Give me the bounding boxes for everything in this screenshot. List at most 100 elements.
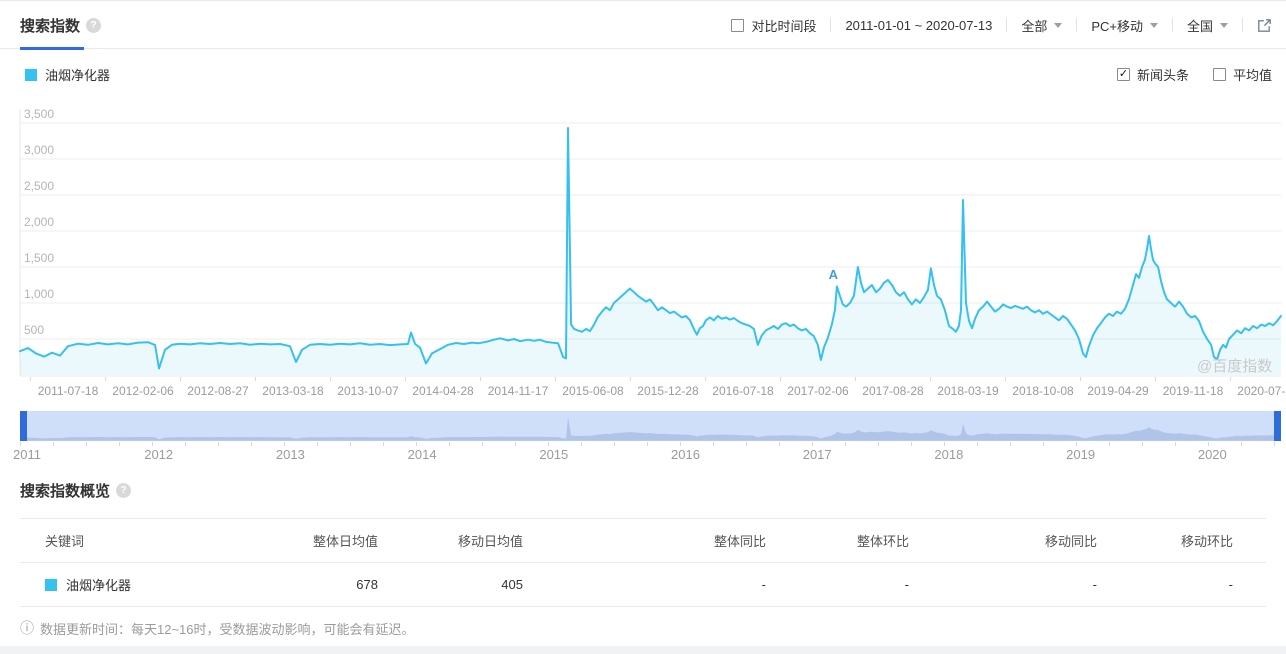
chevron-down-icon — [1150, 23, 1158, 28]
col-overall-avg: 整体日均值 — [280, 531, 378, 550]
minimap-area — [20, 417, 1281, 440]
slider-handle-right[interactable] — [1274, 411, 1281, 441]
overall-yoy-value: - — [523, 577, 766, 592]
x-axis-label: 2012-02-06 — [112, 384, 173, 398]
x-axis-ticks — [30, 377, 1281, 381]
x-axis-label: 2019-04-29 — [1087, 384, 1148, 398]
mobile-qoq-value: - — [1097, 577, 1233, 592]
timeline-year-label: 2012 — [144, 447, 173, 462]
x-axis-label: 2015-12-28 — [637, 384, 698, 398]
col-mobile-qoq: 移动环比 — [1097, 531, 1233, 550]
chevron-down-icon — [1220, 23, 1228, 28]
col-mobile-avg: 移动日均值 — [378, 531, 523, 550]
x-axis-label: 2017-08-28 — [862, 384, 923, 398]
x-axis-label: 2014-04-28 — [412, 384, 473, 398]
table-row: 油烟净化器 678 405 - - - - — [20, 563, 1266, 607]
region-value: 全国 — [1187, 16, 1213, 35]
legend-keyword-label: 油烟净化器 — [45, 65, 110, 84]
overall-avg-value: 678 — [280, 577, 378, 592]
mobile-yoy-value: - — [909, 577, 1097, 592]
divider — [1006, 18, 1007, 32]
y-axis-label: 1,500 — [24, 251, 54, 265]
timeline-year-label: 2011 — [13, 447, 41, 462]
update-note: ⓘ 数据更新时间：每天12~16时，受数据波动影响，可能会有延迟。 — [20, 618, 415, 638]
help-icon[interactable]: ? — [86, 18, 101, 33]
timeline-year-label: 2018 — [934, 447, 963, 462]
x-axis-label: 2016-07-18 — [712, 384, 773, 398]
update-note-text: 数据更新时间：每天12~16时，受数据波动影响，可能会有延迟。 — [40, 619, 415, 638]
external-link-icon[interactable] — [1257, 18, 1272, 33]
y-axis-label: 2,500 — [24, 179, 54, 193]
compare-period-label: 对比时间段 — [751, 16, 816, 35]
chevron-down-icon — [1054, 23, 1062, 28]
timeline-year-label: 2017 — [803, 447, 832, 462]
keyword-cell[interactable]: 油烟净化器 — [20, 575, 280, 594]
timeline-year-label: 2020 — [1198, 447, 1227, 462]
y-axis-label: 1,000 — [24, 287, 54, 301]
timeline-year-labels: 2011201220132014201520162017201820192020 — [0, 447, 1286, 463]
timeline-year-label: 2013 — [276, 447, 305, 462]
help-icon[interactable]: ? — [116, 483, 131, 498]
timeline-year-label: 2014 — [408, 447, 437, 462]
y-axis-label: 2,000 — [24, 215, 54, 229]
overlay-toggles: ✓ 新闻头条 平均值 — [1093, 65, 1272, 84]
header-controls: 对比时间段 2011-01-01 ~ 2020-07-13 全部 PC+移动 全… — [731, 1, 1272, 49]
x-axis-labels: 2011-07-18 2012-02-06 2012-08-27 2013-03-18… — [0, 384, 1286, 400]
page-background-strip — [0, 646, 1286, 654]
slider-handle-left[interactable] — [20, 411, 27, 441]
timeline-minimap — [20, 411, 1281, 440]
active-tab-underline — [20, 47, 84, 50]
x-axis-label: 2013-10-07 — [337, 384, 398, 398]
compare-period-toggle[interactable]: 对比时间段 — [731, 16, 816, 35]
timeline-year-label: 2019 — [1066, 447, 1095, 462]
news-annotation-A[interactable]: A — [829, 267, 839, 282]
divider — [1172, 18, 1173, 32]
divider — [1076, 18, 1077, 32]
x-axis-label: 2017-02-06 — [787, 384, 848, 398]
overview-title-wrap: 搜索指数概览 ? — [20, 480, 131, 501]
news-headlines-label: 新闻头条 — [1137, 65, 1189, 84]
tab-search-index[interactable]: 搜索指数 — [20, 15, 80, 36]
y-axis-label: 3,000 — [24, 143, 54, 157]
keyword-color-swatch — [45, 579, 57, 591]
compare-checkbox[interactable] — [731, 19, 744, 32]
data-source-dropdown[interactable]: 全部 — [1021, 16, 1062, 35]
divider — [1242, 18, 1243, 32]
x-axis-label: 2013-03-18 — [262, 384, 323, 398]
x-axis-label: 2012-08-27 — [187, 384, 248, 398]
overview-title: 搜索指数概览 — [20, 480, 110, 501]
divider — [830, 18, 831, 32]
keyword-label: 油烟净化器 — [66, 575, 131, 594]
trend-chart[interactable]: 5001,0001,5002,0002,5003,0003,500A — [0, 97, 1286, 405]
col-mobile-yoy: 移动同比 — [909, 531, 1097, 550]
average-label: 平均值 — [1233, 65, 1272, 84]
info-icon: ⓘ — [20, 618, 34, 638]
overall-qoq-value: - — [766, 577, 909, 592]
average-checkbox[interactable] — [1213, 68, 1226, 81]
legend-color-swatch — [25, 69, 37, 81]
data-source-value: 全部 — [1021, 16, 1047, 35]
x-axis-label: 2014-11-17 — [488, 384, 549, 398]
news-headlines-checkbox[interactable]: ✓ — [1117, 68, 1130, 81]
col-overall-yoy: 整体同比 — [523, 531, 766, 550]
date-range-picker[interactable]: 2011-01-01 ~ 2020-07-13 — [845, 18, 992, 33]
watermark: @百度指数 — [1197, 355, 1272, 376]
mobile-avg-value: 405 — [378, 577, 523, 592]
device-dropdown[interactable]: PC+移动 — [1091, 16, 1158, 35]
x-axis-label: 2015-06-08 — [562, 384, 623, 398]
legend-item-keyword[interactable]: 油烟净化器 — [25, 65, 110, 84]
legend-row: 油烟净化器 ✓ 新闻头条 平均值 — [0, 65, 1286, 87]
col-overall-qoq: 整体环比 — [766, 531, 909, 550]
news-headlines-toggle[interactable]: ✓ 新闻头条 — [1117, 65, 1189, 84]
x-axis-label: 2018-03-19 — [937, 384, 998, 398]
x-axis-label: 2011-07-18 — [38, 384, 99, 398]
overview-table: 关键词 整体日均值 移动日均值 整体同比 整体环比 移动同比 移动环比 油烟净化… — [20, 518, 1266, 607]
device-value: PC+移动 — [1091, 16, 1143, 35]
table-header-row: 关键词 整体日均值 移动日均值 整体同比 整体环比 移动同比 移动环比 — [20, 518, 1266, 563]
region-dropdown[interactable]: 全国 — [1187, 16, 1228, 35]
timeline-ticks — [20, 442, 1281, 446]
col-keyword: 关键词 — [20, 531, 280, 550]
timeline-slider[interactable] — [20, 411, 1281, 441]
average-toggle[interactable]: 平均值 — [1213, 65, 1272, 84]
x-axis-label: 2020-07-13 — [1237, 384, 1286, 398]
